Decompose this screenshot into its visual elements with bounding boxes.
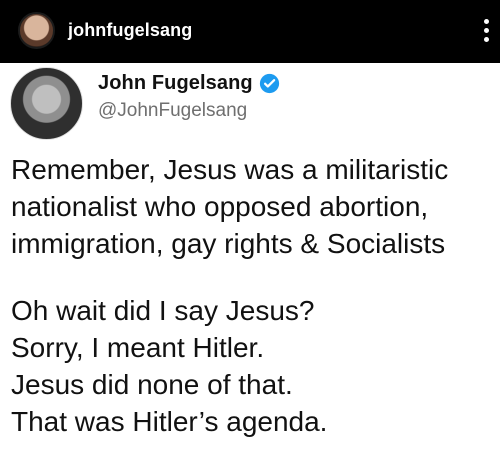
tweet-author-name: John Fugelsang xyxy=(98,72,253,94)
more-dot-icon xyxy=(484,19,489,24)
tweet-line: That was Hitler’s agenda. xyxy=(11,406,328,437)
tweet-text: Remember, Jesus was a militaristic natio… xyxy=(11,151,500,440)
more-dot-icon xyxy=(484,37,489,42)
verified-badge-icon xyxy=(259,73,279,94)
tweet-line: Sorry, I meant Hitler. xyxy=(11,332,265,363)
tweet-line: Jesus did none of that. xyxy=(11,369,293,400)
profile-username[interactable]: johnfugelsang xyxy=(68,20,192,41)
tweet-author-row: John Fugelsang xyxy=(98,72,280,95)
tweet-line: Remember, Jesus was a militaristic xyxy=(11,154,449,185)
post-image[interactable]: John Fugelsang @JohnFugelsang Remember, … xyxy=(0,63,500,461)
tweet-line: immigration, gay rights & Socialists xyxy=(11,228,446,259)
more-dot-icon xyxy=(484,28,489,33)
instagram-top-bar: johnfugelsang xyxy=(0,0,500,63)
tweet-line: Oh wait did I say Jesus? xyxy=(11,295,315,326)
more-options-icon[interactable] xyxy=(484,19,490,43)
tweet-author-avatar xyxy=(10,67,83,140)
tweet-author-handle: @JohnFugelsang xyxy=(98,100,248,121)
tweet-line: nationalist who opposed abortion, xyxy=(11,191,429,222)
profile-avatar[interactable] xyxy=(18,12,55,49)
